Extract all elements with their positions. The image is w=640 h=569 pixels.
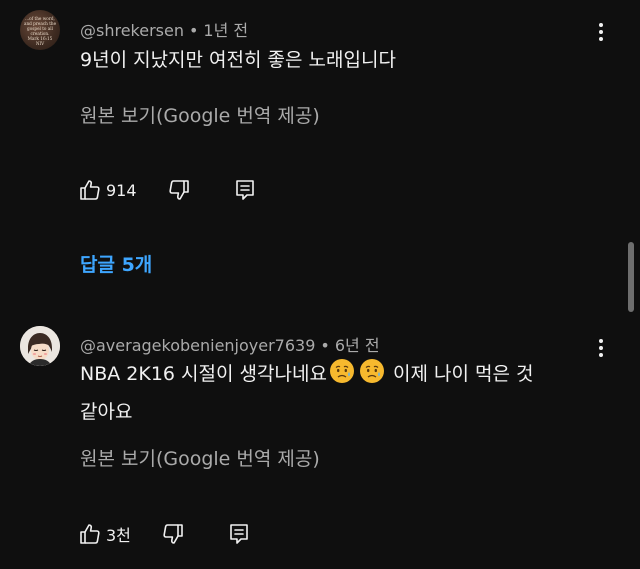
like-icon[interactable] bbox=[78, 522, 102, 546]
comment-text-part2: 이제 나이 먹은 것 bbox=[386, 363, 534, 385]
separator: • bbox=[188, 21, 199, 40]
comment-text: 9년이 지났지만 여전히 좋은 노래입니다 bbox=[80, 49, 396, 71]
replies-toggle[interactable]: 답글 5개 bbox=[80, 250, 152, 277]
sad-but-relieved-face-icon bbox=[329, 358, 355, 395]
more-options-icon[interactable] bbox=[596, 22, 606, 42]
comment-text-part1: NBA 2K16 시절이 생각나네요 bbox=[80, 363, 327, 385]
avatar-verse-text: ...of the word, and preach the gospel to… bbox=[23, 16, 57, 46]
view-original-link[interactable]: 원본 보기(Google 번역 제공) bbox=[80, 444, 320, 471]
scrollbar-thumb[interactable] bbox=[628, 242, 634, 312]
like-icon[interactable] bbox=[78, 178, 102, 202]
more-options-icon[interactable] bbox=[596, 338, 606, 358]
sad-but-relieved-face-icon bbox=[359, 358, 385, 395]
like-count: 914 bbox=[106, 180, 137, 200]
comment-actions: 914 bbox=[78, 177, 257, 203]
comment-text-line2: 같아요 bbox=[80, 401, 133, 423]
timestamp[interactable]: 6년 전 bbox=[335, 336, 380, 355]
username[interactable]: @averagekobenienjoyer7639 bbox=[80, 336, 315, 355]
comment-header: @averagekobenienjoyer7639 • 6년 전 bbox=[80, 332, 380, 356]
view-original-link[interactable]: 원본 보기(Google 번역 제공) bbox=[80, 101, 320, 128]
like-count: 3천 bbox=[106, 526, 131, 545]
avatar[interactable] bbox=[20, 326, 60, 366]
comment-header: @shrekersen • 1년 전 bbox=[80, 17, 248, 41]
dislike-icon[interactable] bbox=[161, 522, 185, 546]
dislike-icon[interactable] bbox=[167, 178, 191, 202]
username[interactable]: @shrekersen bbox=[80, 21, 184, 40]
separator: • bbox=[320, 336, 330, 355]
avatar[interactable]: ...of the word, and preach the gospel to… bbox=[20, 10, 60, 50]
reply-icon[interactable] bbox=[227, 522, 251, 546]
comment-text: NBA 2K16 시절이 생각나네요 이제 나이 먹은 것 같아요 bbox=[80, 357, 600, 429]
timestamp[interactable]: 1년 전 bbox=[203, 21, 248, 40]
comment-actions: 3천 bbox=[78, 521, 251, 547]
reply-icon[interactable] bbox=[233, 178, 257, 202]
